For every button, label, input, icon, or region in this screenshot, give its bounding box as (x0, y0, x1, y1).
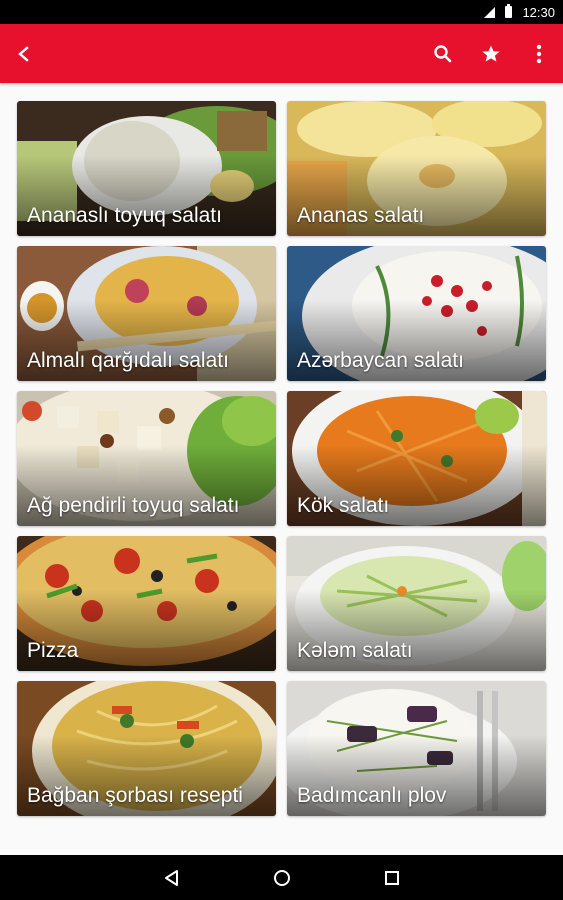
recipe-card-bagban-sorbasi-resepti[interactable]: Bağban şorbası resepti (17, 681, 276, 816)
star-icon (482, 45, 500, 62)
recipe-card-almali-qargidali-salati[interactable]: Almalı qarğıdalı salatı (17, 246, 276, 381)
nav-back-button[interactable] (152, 858, 192, 898)
app-bar (0, 24, 563, 83)
status-bar: 12:30 (0, 0, 563, 24)
home-circle-icon (273, 869, 290, 886)
recipe-card-azerbaycan-salati[interactable]: Azərbaycan salatı (287, 246, 546, 381)
recipe-title: Bağban şorbası resepti (27, 784, 243, 807)
overflow-menu-button[interactable] (515, 30, 563, 78)
recipe-title: Kələm salatı (297, 639, 413, 662)
recipe-card-pizza[interactable]: Pizza (17, 536, 276, 671)
recipe-card-ag-pendirli-toyuq-salati[interactable]: Ağ pendirli toyuq salatı (17, 391, 276, 526)
signal-icon (484, 6, 496, 18)
arrow-back-icon (18, 45, 29, 62)
battery-icon (505, 4, 513, 18)
status-time: 12:30 (522, 4, 555, 20)
recipe-card-ananasli-toyuq-salati[interactable]: Ananaslı toyuq salatı (17, 101, 276, 236)
recipe-title: Ananas salatı (297, 204, 425, 227)
system-nav-bar (0, 855, 563, 900)
recipe-card-kok-salati[interactable]: Kök salatı (287, 391, 546, 526)
recipe-title: Almalı qarğıdalı salatı (27, 349, 229, 372)
recipe-title: Ağ pendirli toyuq salatı (27, 494, 240, 517)
search-icon (434, 44, 452, 62)
recipe-title: Pizza (27, 639, 79, 662)
recipe-card-badimcanli-plov[interactable]: Badımcanlı plov (287, 681, 546, 816)
recipe-card-kelem-salati[interactable]: Kələm salatı (287, 536, 546, 671)
favorite-button[interactable] (467, 30, 515, 78)
recipe-title: Kök salatı (297, 494, 390, 517)
back-button[interactable] (0, 30, 48, 78)
more-vert-icon (536, 44, 542, 63)
recipe-title: Ananaslı toyuq salatı (27, 204, 222, 227)
search-button[interactable] (419, 30, 467, 78)
nav-recents-button[interactable] (372, 858, 412, 898)
back-triangle-icon (164, 869, 178, 886)
recipe-card-ananas-salati[interactable]: Ananas salatı (287, 101, 546, 236)
nav-home-button[interactable] (262, 858, 302, 898)
recipe-title: Badımcanlı plov (297, 784, 447, 807)
recents-square-icon (384, 870, 399, 885)
recipe-title: Azərbaycan salatı (297, 349, 464, 372)
recipe-grid: Ananaslı toyuq salatı Ananas salatı Alma… (17, 101, 547, 816)
